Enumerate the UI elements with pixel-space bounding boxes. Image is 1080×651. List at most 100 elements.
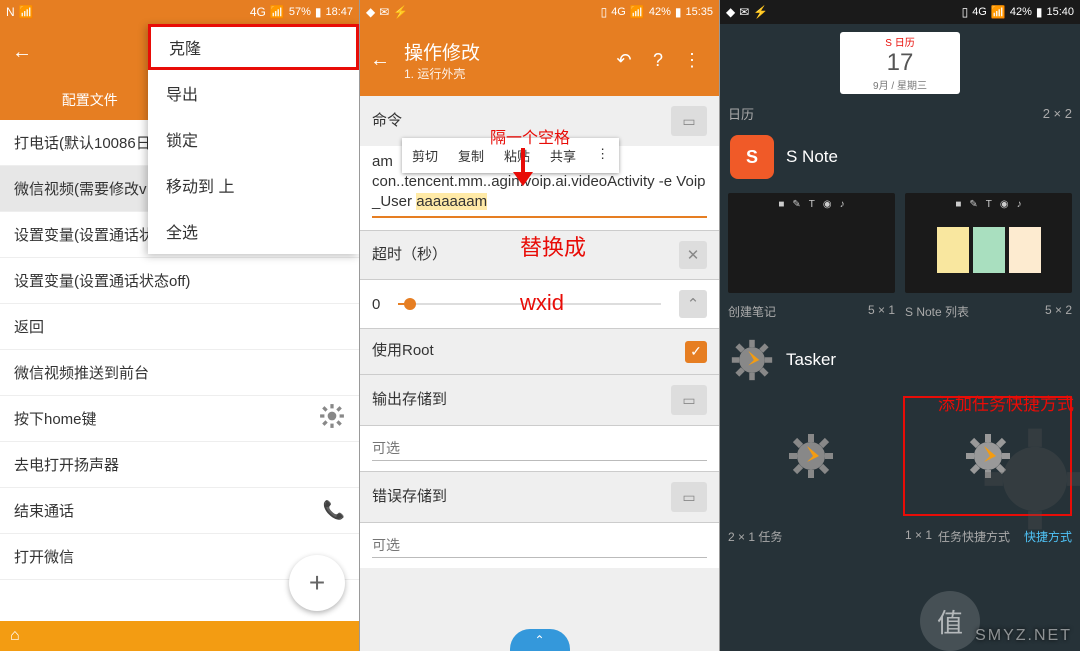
battery-pct: 42% — [1010, 6, 1032, 18]
overflow-icon[interactable]: ⋮ — [675, 50, 709, 71]
list-item[interactable]: 去电打开扬声器 — [0, 442, 359, 488]
tag-icon[interactable]: ▭ — [671, 482, 707, 512]
signal-icon: 📶 — [991, 5, 1006, 19]
help-icon[interactable]: ? — [641, 50, 675, 71]
slider-thumb[interactable] — [404, 298, 416, 310]
snote-name: S Note — [786, 147, 838, 167]
menu-moveto[interactable]: 移动到 上 — [148, 162, 359, 208]
screen-3-widget-picker: ◆ ✉ ⚡ ▯ 4G 📶 42% ▮ 15:40 S 日历 17 9月 / 星期… — [720, 0, 1080, 651]
mail-icon: ✉ — [739, 5, 749, 19]
screen-1-tasker-tasklist: N 📶 4G 📶 57% ▮ 18:47 ← 配置文件 任务 打电话(默认100… — [0, 0, 360, 651]
error-section: 错误存储到 ▭ — [360, 471, 719, 522]
expand-handle[interactable]: ⌃ — [510, 629, 570, 651]
context-menu: 克隆 导出 锁定 移动到 上 全选 — [148, 24, 359, 254]
wifi-icon: 📶 — [19, 5, 34, 19]
signal-icon: 📶 — [270, 5, 285, 19]
clock: 18:47 — [325, 6, 353, 18]
tasker-name: Tasker — [786, 350, 836, 370]
bolt-icon: ⚡ — [393, 5, 408, 19]
calendar-widget[interactable]: S 日历 17 9月 / 星期三 — [840, 32, 960, 94]
bolt-icon: ⚡ — [753, 5, 768, 19]
clock: 15:35 — [685, 6, 713, 18]
widget-size: 2 × 2 — [1043, 106, 1072, 121]
signal-label: 4G — [250, 5, 266, 19]
fab-add[interactable]: + — [289, 555, 345, 611]
battery-icon: ▮ — [1036, 5, 1043, 19]
calendar-label-row: 日历 2 × 2 — [726, 100, 1074, 127]
calendar-date: 9月 / 星期三 — [840, 77, 960, 92]
list-item[interactable]: 微信视频推送到前台 — [0, 350, 359, 396]
tasker-header: Tasker — [726, 330, 1074, 390]
error-input-row — [360, 522, 719, 568]
output-label: 输出存储到 — [372, 388, 447, 409]
output-input-row — [360, 425, 719, 471]
command-input-area[interactable]: 剪切 复制 粘贴 共享 ⋮ am con..tencent.mm..agin.v… — [360, 146, 719, 230]
snote-labels: 创建笔记5 × 1 S Note 列表5 × 2 — [726, 299, 1074, 330]
home-icon[interactable]: ⌂ — [10, 627, 20, 645]
command-label: 命令 — [372, 109, 402, 130]
app-icon: ◆ — [726, 5, 735, 19]
status-bar: ◆ ✉ ⚡ ▯ 4G 📶 42% ▮ 15:35 — [360, 0, 719, 24]
error-label: 错误存储到 — [372, 485, 447, 506]
battery-pct: 42% — [649, 6, 671, 18]
root-section: 使用Root ✓ — [360, 328, 719, 374]
page-subtitle: 1. 运行外壳 — [404, 65, 607, 82]
watermark-text: SMYZ.NET — [975, 627, 1072, 645]
annotation-replace-2: wxid — [520, 290, 564, 316]
list-item[interactable]: 结束通话 📞 — [0, 488, 359, 534]
ctx-cut[interactable]: 剪切 — [402, 138, 448, 173]
gear-icon — [319, 403, 345, 434]
form-body: 命令 ▭ 剪切 复制 粘贴 共享 ⋮ am con..tencent.mm..a… — [360, 96, 719, 568]
annotation-replace-1: 替换成 — [520, 230, 586, 262]
clock: 15:40 — [1046, 6, 1074, 18]
error-input[interactable] — [372, 533, 707, 558]
menu-lock[interactable]: 锁定 — [148, 116, 359, 162]
note-thumb — [937, 227, 969, 273]
page-title: 操作修改 — [404, 38, 607, 65]
menu-clone[interactable]: 克隆 — [148, 24, 359, 70]
app-icon: ◆ — [366, 5, 375, 19]
snote-header: S S Note — [726, 127, 1074, 187]
snote-widgets: ■✎T◉♪ ■✎T◉♪ — [726, 187, 1074, 299]
watermark-badge: 值 — [920, 591, 980, 651]
snote-icon: S — [730, 135, 774, 179]
undo-icon[interactable]: ↶ — [607, 50, 641, 71]
menu-selectall[interactable]: 全选 — [148, 208, 359, 254]
ctx-copy[interactable]: 复制 — [448, 138, 494, 173]
list-item[interactable]: 按下home键 — [0, 396, 359, 442]
sim-icon: ▯ — [962, 5, 969, 19]
status-bar: N 📶 4G 📶 57% ▮ 18:47 — [0, 0, 359, 24]
root-label: 使用Root — [372, 339, 434, 360]
back-icon[interactable]: ← — [12, 41, 32, 64]
bottom-bar: ⌂ — [0, 621, 359, 651]
selected-text[interactable]: aaaaaaam — [416, 193, 487, 210]
tasker-icon — [730, 338, 774, 382]
signal-icon: 📶 — [630, 5, 645, 19]
tag-icon[interactable]: ▭ — [671, 385, 707, 415]
battery-pct: 57% — [289, 6, 311, 18]
mail-icon: ✉ — [379, 5, 389, 19]
root-checkbox[interactable]: ✓ — [685, 341, 707, 363]
list-item[interactable]: 返回 — [0, 304, 359, 350]
tag-icon[interactable]: ▭ — [671, 106, 707, 136]
ctx-more[interactable]: ⋮ — [586, 138, 619, 173]
widget-name: 日历 — [728, 104, 754, 123]
collapse-icon[interactable]: ✕ — [679, 241, 707, 269]
menu-export[interactable]: 导出 — [148, 70, 359, 116]
calendar-day: 17 — [840, 49, 960, 77]
signal-label: 4G — [611, 6, 626, 18]
nfc-icon: N — [6, 5, 15, 19]
widget-create-note[interactable]: ■✎T◉♪ — [728, 193, 895, 293]
up-arrow-icon[interactable]: ⌃ — [679, 290, 707, 318]
widget-task[interactable] — [728, 396, 893, 516]
note-thumb — [1009, 227, 1041, 273]
list-item[interactable]: 设置变量(设置通话状态off) — [0, 258, 359, 304]
widget-note-list[interactable]: ■✎T◉♪ — [905, 193, 1072, 293]
output-input[interactable] — [372, 436, 707, 461]
battery-icon: ▮ — [675, 5, 682, 19]
status-bar: ◆ ✉ ⚡ ▯ 4G 📶 42% ▮ 15:40 — [720, 0, 1080, 24]
back-icon[interactable]: ← — [370, 49, 390, 72]
calendar-title: S 日历 — [840, 34, 960, 49]
screen-2-action-edit: ◆ ✉ ⚡ ▯ 4G 📶 42% ▮ 15:35 ← 操作修改 1. 运行外壳 … — [360, 0, 720, 651]
battery-icon: ▮ — [315, 5, 322, 19]
